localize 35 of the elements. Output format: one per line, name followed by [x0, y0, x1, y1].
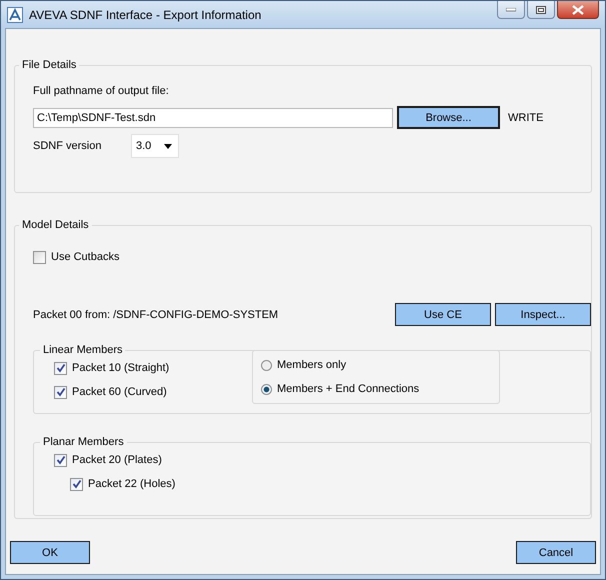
minimize-icon — [506, 8, 516, 12]
browse-button[interactable]: Browse... — [397, 106, 500, 129]
checkbox[interactable]: Use Cutbacks — [33, 245, 120, 269]
ok-button[interactable]: OK — [10, 541, 90, 564]
field-label: Full pathname of output file: — [33, 85, 170, 97]
checkbox[interactable]: Packet 20 (Plates) — [54, 448, 162, 472]
packet-source-text: Packet 00 from: /SDNF-CONFIG-DEMO-SYSTEM — [33, 308, 280, 320]
path-input-field[interactable]: C:\Temp\SDNF-Test.sdn — [33, 108, 393, 128]
use-ce-button[interactable]: Use CE — [395, 303, 491, 326]
checkmark-icon — [56, 455, 66, 465]
dropdown-arrow-icon — [164, 144, 172, 148]
app-logo-icon — [7, 6, 23, 22]
checkbox[interactable]: Packet 60 (Curved) — [54, 380, 167, 404]
radio-option[interactable]: Members + End Connections — [261, 377, 491, 401]
maximize-icon — [536, 6, 546, 14]
checkmark-icon — [72, 479, 82, 489]
group-legend: Model Details — [19, 219, 92, 231]
inspect-button[interactable]: Inspect... — [495, 303, 591, 326]
maximize-button[interactable] — [527, 1, 555, 19]
minimize-button[interactable] — [497, 1, 525, 19]
checkmark-icon — [56, 363, 66, 373]
checkbox[interactable]: Packet 22 (Holes) — [70, 472, 176, 496]
field-label: SDNF version — [33, 140, 102, 152]
radio-option[interactable]: Members only — [261, 353, 491, 377]
cancel-button[interactable]: Cancel — [516, 541, 596, 564]
checkmark-icon — [56, 387, 66, 397]
close-button[interactable] — [557, 1, 599, 19]
close-icon — [572, 4, 584, 14]
window-title: AVEVA SDNF Interface - Export Information — [29, 8, 262, 22]
group-legend: Linear Members — [40, 344, 126, 356]
mode-label: WRITE — [508, 112, 544, 124]
group-legend: Planar Members — [40, 436, 127, 448]
checkbox[interactable]: Packet 10 (Straight) — [54, 356, 170, 380]
group-legend: File Details — [19, 59, 80, 71]
version-dropdown[interactable]: 3.0 — [131, 134, 179, 158]
